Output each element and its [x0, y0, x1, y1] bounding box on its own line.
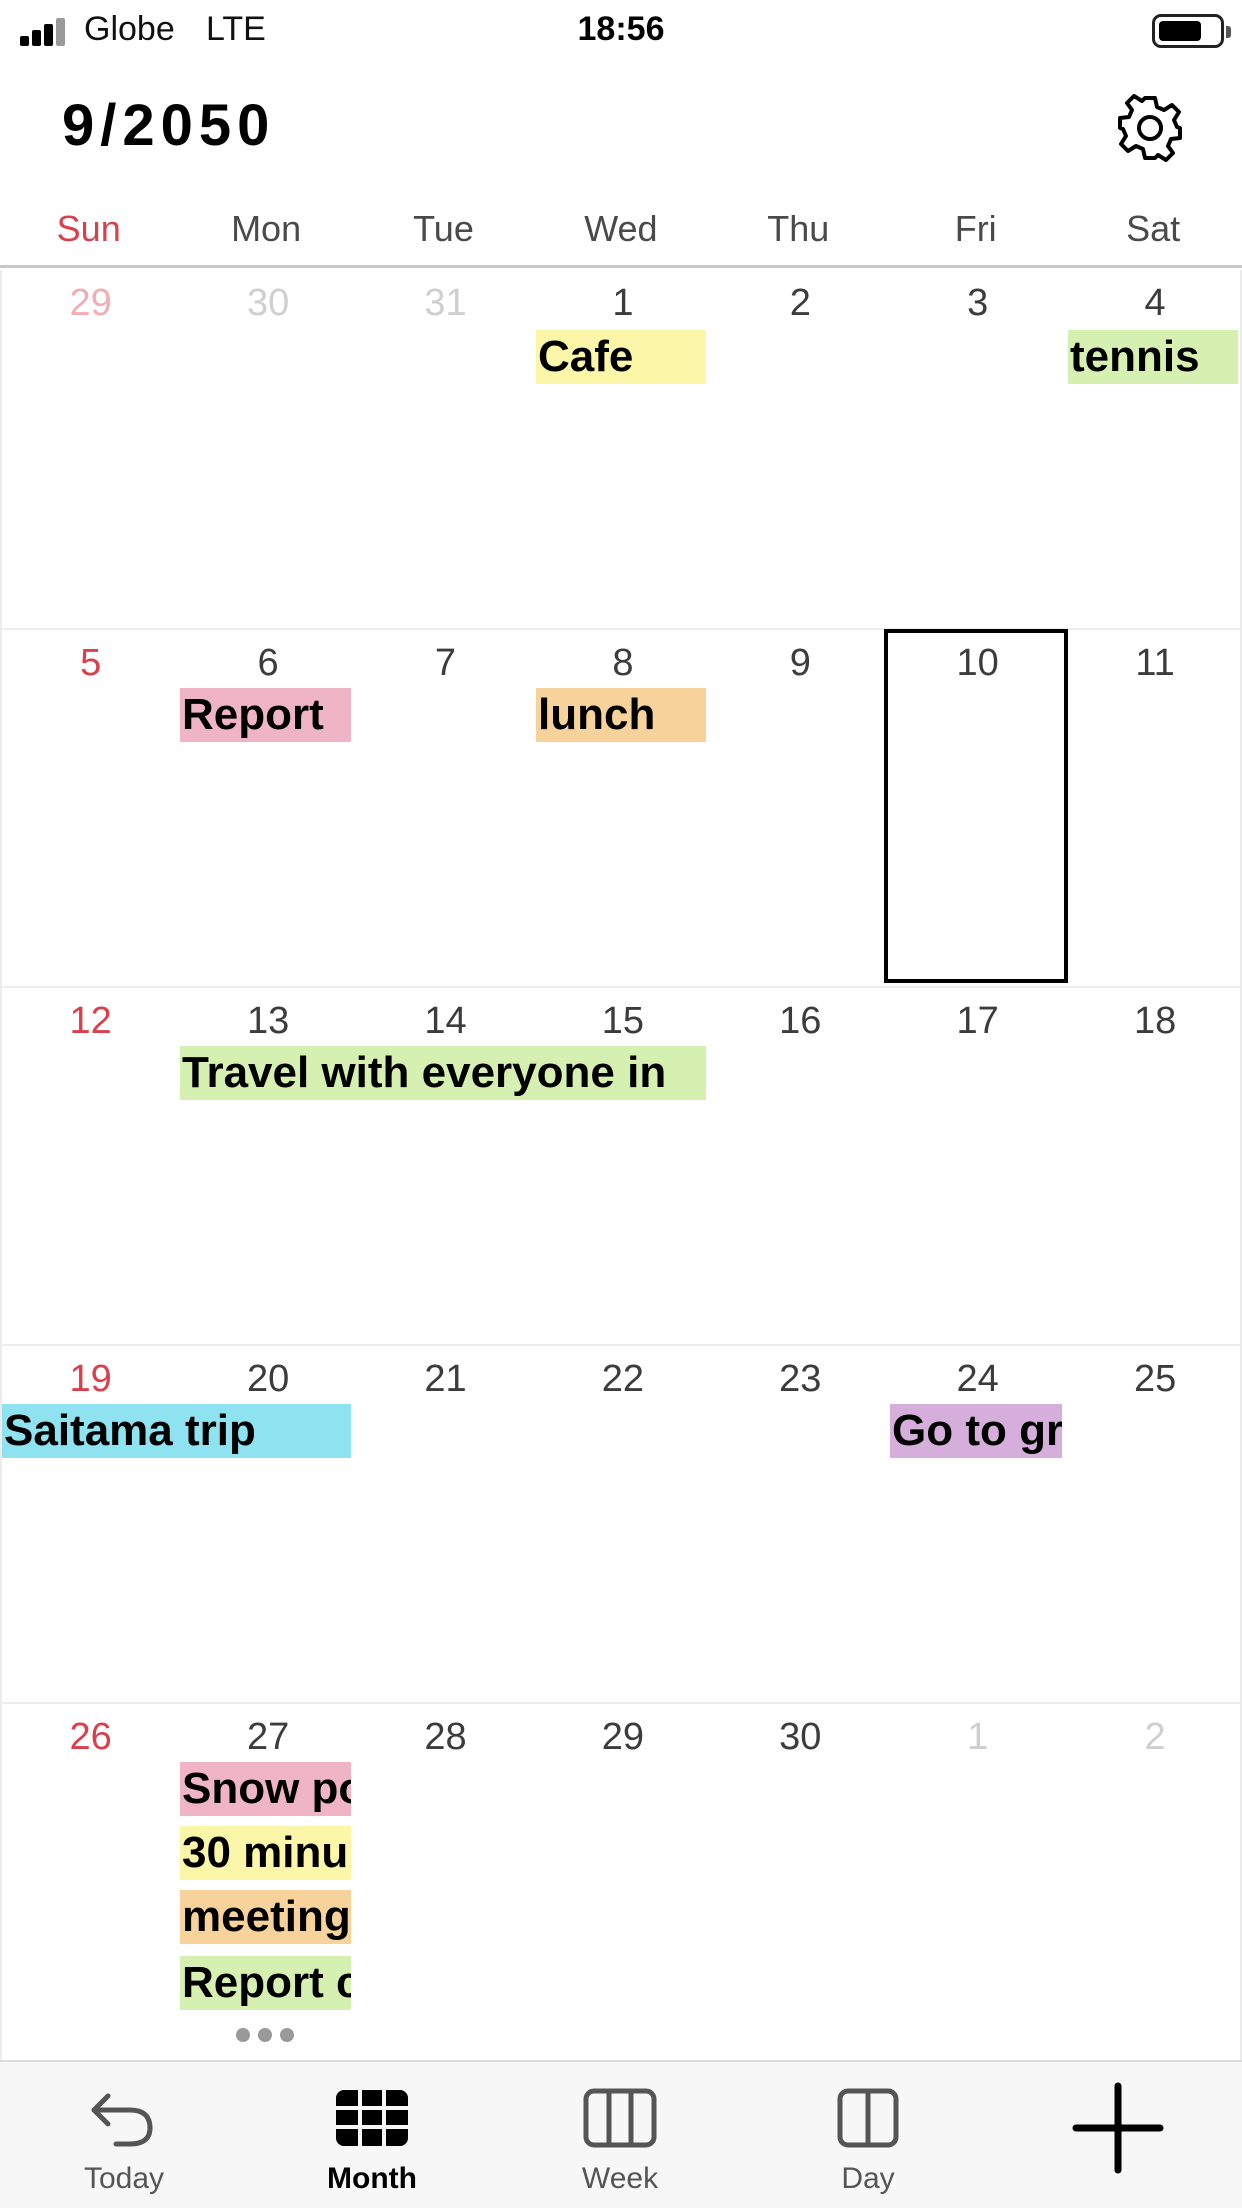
day-cell[interactable]: 9 [712, 642, 889, 685]
event-cafe[interactable]: Cafe [536, 330, 706, 384]
event-go-to[interactable]: Go to gr [890, 1404, 1062, 1458]
event-snow[interactable]: Snow po [180, 1762, 351, 1816]
day-cell[interactable]: 21 [357, 1358, 534, 1401]
week-row: 12 13 14 15 16 17 18 [0, 986, 1242, 1344]
event-report-2[interactable]: Report c [180, 1956, 351, 2010]
day-cell[interactable]: 17 [889, 1000, 1066, 1043]
day-cell[interactable]: 7 [357, 642, 534, 685]
day-cell[interactable]: 1 [534, 282, 711, 325]
month-title[interactable]: 9/2050 [62, 92, 275, 159]
tab-day[interactable]: Day [778, 2086, 958, 2196]
day-cell[interactable]: 25 [1066, 1358, 1242, 1401]
day-cell[interactable]: 13 [179, 1000, 356, 1043]
day-cell[interactable]: 15 [534, 1000, 711, 1043]
month-grid-icon [336, 2090, 408, 2146]
day-cell[interactable]: 30 [179, 282, 356, 325]
day-cell[interactable]: 3 [889, 282, 1066, 325]
day-cell[interactable]: 4 [1066, 282, 1242, 325]
day-cell[interactable]: 29 [534, 1716, 711, 1759]
tab-today-label: Today [83, 2162, 165, 2195]
battery-icon [1152, 14, 1231, 48]
day-cell[interactable]: 12 [2, 1000, 179, 1043]
day-cell[interactable]: 1 [889, 1716, 1066, 1759]
day-cell[interactable]: 6 [179, 642, 356, 685]
tab-week-label: Week [581, 2162, 659, 2195]
event-meeting[interactable]: meeting [180, 1890, 351, 1944]
bottom-tab-bar: Today Month Week Day [0, 2060, 1242, 2208]
status-bar: Globe LTE 18:56 [0, 0, 1242, 62]
month-grid: 29 30 31 1 2 3 4 5 6 7 8 9 10 11 12 13 1… [0, 270, 1242, 2060]
event-lunch[interactable]: lunch [536, 688, 706, 742]
weekday-thu: Thu [767, 208, 830, 249]
tab-week[interactable]: Week [530, 2086, 710, 2196]
weekday-sun: Sun [56, 208, 121, 249]
week-row: 19 20 21 22 23 24 25 [0, 1344, 1242, 1702]
weekday-fri: Fri [954, 208, 997, 249]
plus-icon [1072, 2082, 1164, 2174]
selected-day-highlight[interactable] [884, 629, 1068, 983]
tab-month[interactable]: Month [282, 2086, 462, 2196]
event-travel[interactable]: Travel with everyone in [180, 1046, 706, 1100]
status-time: 18:56 [577, 10, 665, 48]
weekday-header: Sun Mon Tue Wed Thu Fri Sat [0, 200, 1242, 268]
gear-icon[interactable] [1114, 92, 1186, 164]
day-cell[interactable]: 18 [1066, 1000, 1242, 1043]
day-cell[interactable]: 19 [2, 1358, 179, 1401]
add-event-button[interactable] [1070, 2080, 1166, 2176]
undo-arrow-icon [91, 2093, 153, 2147]
day-cell[interactable]: 30 [712, 1716, 889, 1759]
event-saitama-trip[interactable]: Saitama trip [2, 1404, 351, 1458]
weekday-tue: Tue [413, 208, 474, 249]
day-cell[interactable]: 2 [712, 282, 889, 325]
tab-day-label: Day [841, 2162, 895, 2195]
day-column-icon [837, 2088, 899, 2148]
day-cell[interactable]: 16 [712, 1000, 889, 1043]
day-cell[interactable]: 8 [534, 642, 711, 685]
day-cell[interactable]: 23 [712, 1358, 889, 1401]
day-cell[interactable]: 20 [179, 1358, 356, 1401]
week-row: 29 30 31 1 2 3 4 [0, 270, 1242, 628]
weekday-sat: Sat [1126, 208, 1181, 249]
day-cell[interactable]: 28 [357, 1716, 534, 1759]
event-30-minutes[interactable]: 30 minu [180, 1826, 351, 1880]
day-cell[interactable]: 24 [889, 1358, 1066, 1401]
weekday-mon: Mon [231, 208, 302, 249]
more-events-indicator[interactable] [236, 2026, 296, 2042]
day-cell[interactable]: 31 [357, 282, 534, 325]
tab-month-label: Month [327, 2162, 417, 2195]
day-cell[interactable]: 22 [534, 1358, 711, 1401]
day-cell[interactable]: 2 [1066, 1716, 1242, 1759]
day-cell[interactable]: 11 [1066, 642, 1242, 685]
event-tennis[interactable]: tennis [1068, 330, 1238, 384]
day-cell[interactable]: 27 [179, 1716, 356, 1759]
weekday-wed: Wed [584, 208, 658, 249]
day-cell[interactable]: 29 [2, 282, 179, 325]
event-report[interactable]: Report [180, 688, 351, 742]
day-cell[interactable]: 5 [2, 642, 179, 685]
week-columns-icon [583, 2088, 657, 2148]
day-cell[interactable]: 26 [2, 1716, 179, 1759]
tab-today[interactable]: Today [34, 2086, 214, 2196]
day-cell[interactable]: 14 [357, 1000, 534, 1043]
